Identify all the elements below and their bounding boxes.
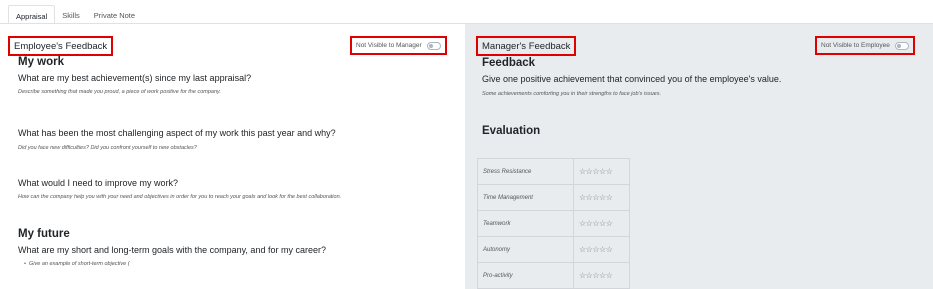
tab-private-note[interactable]: Private Note	[87, 5, 142, 24]
tab-skills[interactable]: Skills	[55, 5, 87, 24]
tab-appraisal[interactable]: Appraisal	[8, 5, 56, 24]
table-row: Teamwork ☆☆☆☆☆	[477, 210, 630, 237]
evaluation-table: Stress Resistance ☆☆☆☆☆ Time Management …	[477, 158, 630, 289]
employee-visibility-toggle[interactable]: Not Visible to Manager	[350, 36, 447, 55]
hint-positive-achievement: Some achievements comforting you in thei…	[482, 91, 661, 97]
bullet-text: Give an example of short-term objective …	[28, 261, 130, 267]
toggle-switch-icon[interactable]	[894, 41, 909, 50]
star-rating[interactable]: ☆☆☆☆☆	[573, 184, 630, 211]
manager-feedback-panel: Manager's Feedback Not Visible to Employ…	[465, 24, 933, 289]
toggle-switch-icon[interactable]	[426, 41, 441, 50]
manager-feedback-title: Manager's Feedback	[476, 36, 577, 56]
evaluation-label: Pro-activity	[477, 262, 574, 289]
question-best-achievements: What are my best achievement(s) since my…	[18, 73, 252, 83]
table-row: Stress Resistance ☆☆☆☆☆	[477, 158, 630, 185]
heading-feedback: Feedback	[482, 57, 536, 69]
table-row: Pro-activity ☆☆☆☆☆	[477, 262, 630, 289]
manager-visibility-toggle[interactable]: Not Visible to Employee	[815, 36, 915, 55]
table-row: Autonomy ☆☆☆☆☆	[477, 236, 630, 263]
hint-improve-work: How can the company help you with your n…	[18, 194, 342, 200]
table-row: Time Management ☆☆☆☆☆	[477, 184, 630, 211]
heading-evaluation: Evaluation	[482, 125, 541, 137]
heading-my-work: My work	[18, 56, 65, 68]
employee-feedback-title: Employee's Feedback	[8, 36, 114, 56]
evaluation-label: Stress Resistance	[477, 158, 574, 185]
heading-my-future: My future	[18, 228, 70, 240]
star-rating[interactable]: ☆☆☆☆☆	[573, 236, 630, 263]
star-rating[interactable]: ☆☆☆☆☆	[573, 158, 630, 185]
question-challenging-aspect: What has been the most challenging aspec…	[18, 128, 336, 138]
question-improve-work: What would I need to improve my work?	[18, 178, 179, 188]
manager-visibility-label: Not Visible to Employee	[821, 42, 890, 49]
evaluation-label: Time Management	[477, 184, 574, 211]
question-goals: What are my short and long-term goals wi…	[18, 245, 326, 255]
star-rating[interactable]: ☆☆☆☆☆	[573, 210, 630, 237]
employee-visibility-label: Not Visible to Manager	[356, 42, 422, 49]
hint-best-achievements: Describe something that made you proud, …	[18, 89, 221, 95]
evaluation-label: Autonomy	[477, 236, 574, 263]
hint-challenging-aspect: Did you face new difficulties? Did you c…	[18, 145, 197, 151]
star-rating[interactable]: ☆☆☆☆☆	[573, 262, 630, 289]
evaluation-label: Teamwork	[477, 210, 574, 237]
tab-bar: Appraisal Skills Private Note	[8, 5, 142, 24]
bullet-short-term-objective[interactable]: • Give an example of short-term objectiv…	[24, 261, 130, 267]
employee-feedback-panel: Employee's Feedback Not Visible to Manag…	[0, 24, 465, 289]
question-positive-achievement: Give one positive achievement that convi…	[482, 74, 782, 84]
